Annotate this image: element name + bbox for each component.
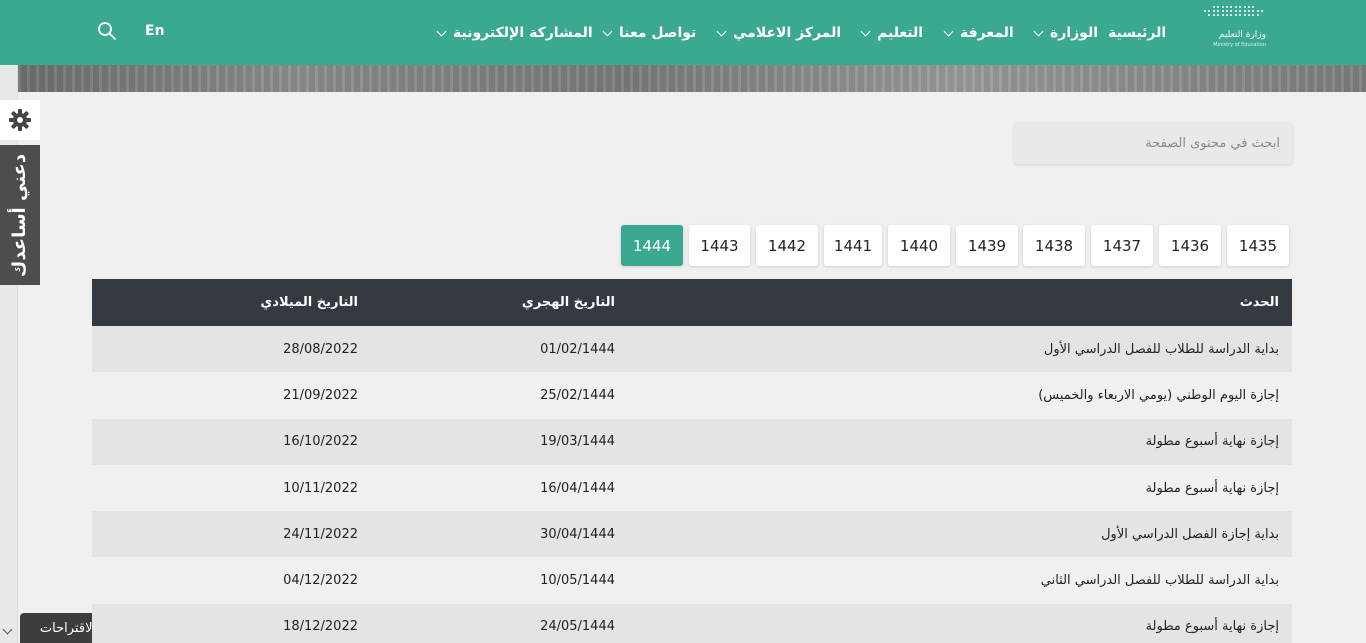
nav-item-e-participation[interactable]: المشاركة الإلكترونية — [436, 22, 593, 44]
table-row: إجازة نهاية أسبوع مطولة 19/03/1444 16/10… — [92, 418, 1292, 465]
cell-hijri-date: 10/05/1444 — [540, 573, 615, 589]
nav-item-label: المشاركة الإلكترونية — [453, 25, 593, 41]
cell-event: إجازة نهاية أسبوع مطولة — [1145, 480, 1279, 496]
cell-gregorian-date: 10/11/2022 — [283, 480, 358, 496]
cell-gregorian-date: 28/08/2022 — [283, 341, 358, 357]
nav-item-label: التعليم — [877, 25, 924, 41]
year-tab-1440[interactable]: 1440 — [888, 225, 950, 266]
table-header: الحدث التاريخ الهجري التاريخ الميلادي — [92, 279, 1292, 326]
help-me-tab[interactable]: دعني أساعدك — [0, 145, 40, 285]
year-tab-1443[interactable]: 1443 — [689, 225, 750, 266]
cell-hijri-date: 24/05/1444 — [540, 619, 615, 635]
academic-calendar-table: الحدث التاريخ الهجري التاريخ الميلادي بد… — [92, 279, 1292, 643]
cell-hijri-date: 30/04/1444 — [540, 526, 615, 542]
column-header-event: الحدث — [1239, 295, 1279, 310]
table-row: بداية إجازة الفصل الدراسي الأول 30/04/14… — [92, 511, 1292, 558]
cell-event: بداية الدراسة للطلاب للفصل الدراسي الثان… — [1040, 573, 1279, 589]
year-tab-1437[interactable]: 1437 — [1091, 225, 1153, 266]
nav-item-label: المعرفة — [960, 25, 1014, 41]
cell-gregorian-date: 21/09/2022 — [283, 387, 358, 403]
chevron-down-icon — [716, 26, 727, 36]
logo-dots-icon — [1204, 6, 1266, 22]
cell-event: إجازة اليوم الوطني (يومي الاربعاء والخمي… — [1038, 387, 1279, 403]
chevron-down-icon — [943, 26, 954, 36]
chevron-down-icon — [436, 26, 447, 36]
cell-gregorian-date: 16/10/2022 — [283, 434, 358, 450]
table-row: بداية الدراسة للطلاب للفصل الدراسي الثان… — [92, 557, 1292, 604]
nav-item-media-center[interactable]: المركز الاعلامي — [716, 22, 842, 44]
cell-gregorian-date: 24/11/2022 — [283, 526, 358, 542]
nav-item-contact[interactable]: تواصل معنا — [602, 22, 697, 44]
chevron-down-icon — [602, 26, 613, 36]
cell-event: إجازة نهاية أسبوع مطولة — [1145, 619, 1279, 635]
nav-item-label: الوزارة — [1050, 25, 1099, 41]
year-tab-1439[interactable]: 1439 — [956, 225, 1018, 266]
hero-banner — [18, 65, 1366, 92]
nav-item-label: تواصل معنا — [619, 25, 697, 41]
cell-hijri-date: 25/02/1444 — [540, 387, 615, 403]
nav-item-education[interactable]: التعليم — [860, 22, 924, 44]
column-header-gregorian-date: التاريخ الميلادي — [260, 295, 358, 310]
nav-item-ministry[interactable]: الوزارة — [1033, 22, 1099, 44]
year-tab-1435[interactable]: 1435 — [1227, 225, 1289, 266]
table-row: إجازة نهاية أسبوع مطولة 24/05/1444 18/12… — [92, 603, 1292, 643]
logo-subtext: Ministry of Education — [1213, 42, 1266, 48]
column-header-hijri-date: التاريخ الهجري — [521, 295, 615, 310]
cell-hijri-date: 01/02/1444 — [540, 341, 615, 357]
table-row: إجازة نهاية أسبوع مطولة 16/04/1444 10/11… — [92, 464, 1292, 512]
cell-gregorian-date: 18/12/2022 — [283, 619, 358, 635]
cell-hijri-date: 19/03/1444 — [540, 434, 615, 450]
cell-event: بداية إجازة الفصل الدراسي الأول — [1101, 526, 1279, 542]
year-tab-1438[interactable]: 1438 — [1023, 225, 1085, 266]
nav-item-knowledge[interactable]: المعرفة — [943, 22, 1014, 44]
chevron-down-icon — [1033, 26, 1044, 36]
year-tab-1441[interactable]: 1441 — [824, 225, 882, 266]
logo-text: وزارة التعليم — [1218, 30, 1266, 40]
help-me-label: دعني أساعدك — [9, 153, 31, 277]
table-row: بداية الدراسة للطلاب للفصل الدراسي الأول… — [92, 326, 1292, 373]
cell-event: إجازة نهاية أسبوع مطولة — [1145, 434, 1279, 450]
page-search-input[interactable] — [1014, 122, 1292, 164]
year-tab-1444[interactable]: 1444 — [621, 225, 683, 266]
gear-icon — [9, 109, 31, 131]
top-navbar: وزارة التعليم Ministry of Education الرئ… — [0, 0, 1366, 65]
cell-gregorian-date: 04/12/2022 — [283, 573, 358, 589]
cell-event: بداية الدراسة للطلاب للفصل الدراسي الأول — [1043, 341, 1279, 357]
nav-item-home[interactable]: الرئيسية — [1108, 22, 1166, 44]
nav-item-label: المركز الاعلامي — [733, 25, 842, 41]
nav-item-label: الرئيسية — [1108, 25, 1167, 41]
language-switch[interactable]: En — [145, 23, 165, 39]
year-tab-1436[interactable]: 1436 — [1159, 225, 1221, 266]
cell-hijri-date: 16/04/1444 — [540, 480, 615, 496]
search-icon[interactable] — [97, 21, 117, 41]
chevron-down-icon — [860, 26, 871, 36]
year-tab-1442[interactable]: 1442 — [756, 225, 818, 266]
table-row: إجازة اليوم الوطني (يومي الاربعاء والخمي… — [92, 372, 1292, 419]
accessibility-settings-button[interactable] — [0, 100, 40, 140]
